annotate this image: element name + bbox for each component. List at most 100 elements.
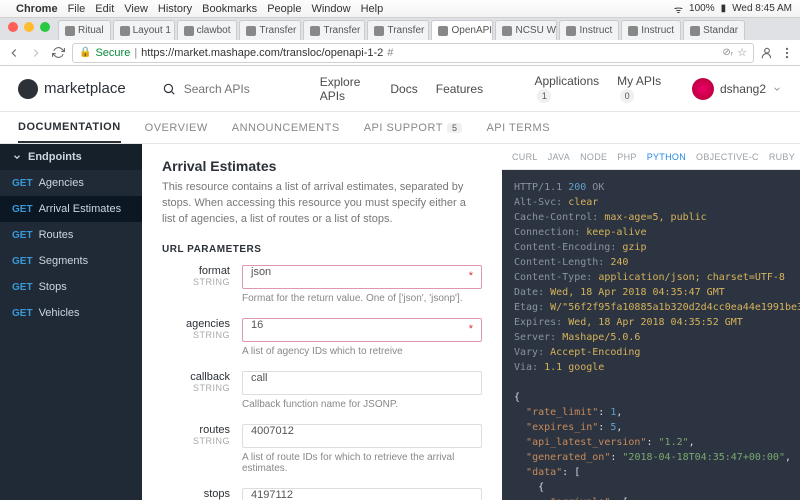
sidebar-header[interactable]: Endpoints (0, 144, 142, 170)
search-icon (162, 82, 176, 96)
tab-label: OpenAPI (451, 25, 492, 36)
browser-tab[interactable]: Transfer (367, 20, 429, 40)
subnav-item[interactable]: OVERVIEW (145, 122, 208, 134)
param-row: routes STRING 4007012 A list of route ID… (162, 424, 482, 484)
param-type: STRING (162, 383, 230, 393)
sidebar-item[interactable]: GET Agencies (0, 170, 142, 196)
sidebar-item[interactable]: GETSegments (0, 248, 142, 274)
param-row: agencies STRING 16* A list of agency IDs… (162, 318, 482, 367)
subnav-item[interactable]: ANNOUNCEMENTS (232, 122, 340, 134)
tab-label: Transfer (387, 25, 424, 36)
chevron-down-icon (12, 152, 22, 162)
browser-tab[interactable]: clawbot (177, 20, 238, 40)
browser-tab[interactable]: Ritual (58, 20, 111, 40)
param-input[interactable]: call (242, 371, 482, 395)
menubar-item[interactable]: Help (361, 3, 384, 15)
browser-tab[interactable]: Layout 1 (113, 20, 175, 40)
browser-tab[interactable]: Instruct (559, 20, 619, 40)
key-icon[interactable]: ⊘ᵣ (722, 47, 733, 58)
language-tab[interactable]: CURL (512, 152, 538, 162)
response-code: HTTP/1.1 200 OK Alt-Svc: clear Cache-Con… (502, 170, 800, 500)
nav-docs[interactable]: Docs (390, 82, 417, 96)
favicon-icon (310, 26, 320, 36)
subnav-item[interactable]: DOCUMENTATION (18, 121, 121, 143)
sidebar-item-label: Agencies (39, 177, 84, 189)
param-input[interactable]: json* (242, 265, 482, 289)
language-tab[interactable]: PYTHON (647, 152, 686, 162)
sidebar-item[interactable]: GETVehicles (0, 300, 142, 326)
browser-tab[interactable]: Instruct (621, 20, 681, 40)
language-tab[interactable]: OBJECTIVE-C (696, 152, 759, 162)
brand-logo-icon (18, 79, 38, 99)
param-help: Format for the return value. One of ['js… (242, 293, 482, 304)
language-tab[interactable]: PHP (617, 152, 636, 162)
param-name: stops (162, 488, 230, 500)
url-text: https://market.mashape.com/transloc/open… (141, 47, 383, 59)
sidebar-item[interactable]: GETArrival Estimates (0, 196, 142, 222)
tab-label: Ritual (78, 25, 104, 36)
favicon-icon (502, 26, 512, 36)
nav-my-apis[interactable]: My APIs0 (617, 74, 664, 103)
param-name: callback (162, 371, 230, 383)
search-input[interactable] (184, 82, 304, 96)
language-tab[interactable]: RUBY (769, 152, 795, 162)
subnav-badge: 5 (447, 123, 463, 133)
sidebar-header-label: Endpoints (28, 151, 82, 163)
reload-icon[interactable] (50, 45, 66, 61)
tab-label: Instruct (641, 25, 674, 36)
nav-features[interactable]: Features (436, 82, 483, 96)
user-menu[interactable]: dshang2 (692, 78, 782, 100)
param-row: format STRING json* Format for the retur… (162, 265, 482, 314)
sidebar-item-label: Routes (39, 229, 74, 241)
chrome-menu-icon[interactable] (780, 46, 794, 60)
sidebar-item[interactable]: GETRoutes (0, 222, 142, 248)
menubar-item[interactable]: Window (311, 3, 350, 15)
menubar-item[interactable]: File (68, 3, 86, 15)
tab-label: Instruct (579, 25, 612, 36)
browser-tab[interactable]: Transfer (303, 20, 365, 40)
sidebar-item-label: Vehicles (39, 307, 80, 319)
menubar-item[interactable]: History (158, 3, 192, 15)
language-tab[interactable]: NODE (580, 152, 607, 162)
menubar-item[interactable]: View (124, 3, 148, 15)
chrome-tab-strip: RitualLayout 1clawbotTransferTransferTra… (0, 18, 800, 40)
param-type: STRING (162, 436, 230, 446)
menubar-item[interactable]: Edit (95, 3, 114, 15)
param-input[interactable]: 4007012 (242, 424, 482, 448)
param-input[interactable]: 4197112 (242, 488, 482, 500)
subnav-item[interactable]: API TERMS (486, 122, 550, 134)
param-type: STRING (162, 330, 230, 340)
sidebar-item[interactable]: GETStops (0, 274, 142, 300)
required-icon: * (469, 270, 473, 282)
menubar-app[interactable]: Chrome (16, 3, 58, 15)
brand-logo[interactable]: marketplace (18, 79, 126, 99)
nav-applications[interactable]: Applications1 (534, 74, 599, 103)
browser-tab[interactable]: Standar (683, 20, 745, 40)
http-verb: GET (12, 204, 33, 215)
menubar-item[interactable]: Bookmarks (202, 3, 257, 15)
star-icon[interactable]: ☆ (737, 46, 747, 59)
param-input[interactable]: 16* (242, 318, 482, 342)
profile-icon[interactable] (760, 46, 774, 60)
language-tabs: CURLJAVANODEPHPPYTHONOBJECTIVE-CRUBY.NET… (502, 144, 800, 170)
forward-icon[interactable] (28, 45, 44, 61)
search-wrap[interactable] (162, 82, 304, 96)
subnav-item[interactable]: API SUPPORT5 (364, 122, 463, 134)
site-nav: Explore APIs Docs Features Applications1… (320, 74, 782, 103)
window-controls[interactable] (8, 22, 50, 32)
language-tab[interactable]: JAVA (548, 152, 570, 162)
back-icon[interactable] (6, 45, 22, 61)
browser-tab[interactable]: NCSU W (495, 20, 557, 40)
nav-explore[interactable]: Explore APIs (320, 75, 373, 103)
window-close-icon[interactable] (8, 22, 18, 32)
address-bar[interactable]: 🔒 Secure | https://market.mashape.com/tr… (72, 43, 754, 63)
menubar-item[interactable]: People (267, 3, 301, 15)
param-name: format (162, 265, 230, 277)
window-minimize-icon[interactable] (24, 22, 34, 32)
browser-tab[interactable]: OpenAPI (431, 20, 493, 40)
site-header: marketplace Explore APIs Docs Features A… (0, 66, 800, 112)
browser-tab[interactable]: Transfer (239, 20, 301, 40)
favicon-icon (690, 26, 700, 36)
window-maximize-icon[interactable] (40, 22, 50, 32)
http-verb: GET (12, 178, 33, 189)
